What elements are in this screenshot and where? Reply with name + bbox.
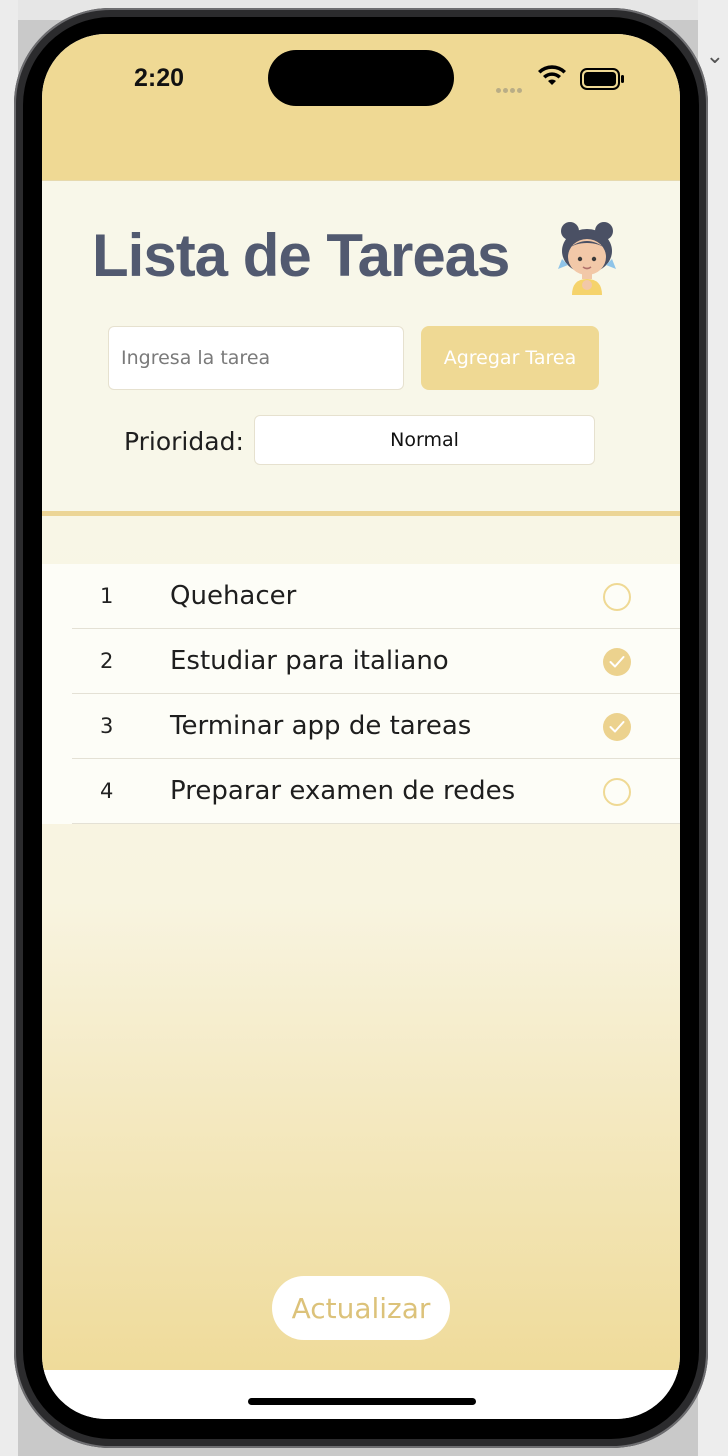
priority-select[interactable]: Normal: [254, 415, 595, 465]
checkmark-icon: [609, 656, 625, 668]
priority-label: Prioridad:: [124, 427, 244, 456]
app-screen: 2:20 Lista de Tareas Ingresa la tarea Ag…: [42, 34, 680, 1419]
refresh-button[interactable]: Actualizar: [272, 1276, 450, 1340]
status-bar: 2:20: [42, 34, 680, 180]
task-number: 4: [100, 779, 114, 803]
task-row[interactable]: 3 Terminar app de tareas: [42, 694, 680, 759]
girl-avatar-icon: [558, 222, 616, 295]
task-list: 1 Quehacer 2 Estudiar para italiano 3 Te…: [42, 564, 680, 824]
task-checkbox[interactable]: [603, 583, 631, 611]
task-row[interactable]: 4 Preparar examen de redes: [42, 759, 680, 824]
task-text: Terminar app de tareas: [170, 711, 472, 741]
task-text: Preparar examen de redes: [170, 776, 516, 806]
dynamic-island: [268, 50, 454, 106]
task-number: 2: [100, 649, 114, 673]
battery-icon: [580, 68, 624, 90]
task-text: Estudiar para italiano: [170, 646, 449, 676]
chevron-down-icon: ⌄: [705, 44, 724, 69]
task-checkbox[interactable]: [603, 648, 631, 676]
status-time: 2:20: [134, 64, 185, 92]
task-number: 3: [100, 714, 114, 738]
home-bar-area: [42, 1370, 680, 1419]
task-row[interactable]: 2 Estudiar para italiano: [42, 629, 680, 694]
task-checkbox[interactable]: [603, 778, 631, 806]
home-indicator[interactable]: [248, 1398, 476, 1405]
task-number: 1: [100, 584, 114, 608]
task-checkbox[interactable]: [603, 713, 631, 741]
task-text: Quehacer: [170, 581, 297, 611]
task-input[interactable]: [108, 326, 404, 390]
task-list-section: 1 Quehacer 2 Estudiar para italiano 3 Te…: [42, 516, 680, 1370]
cellular-signal-icon: [496, 80, 524, 98]
page-title: Lista de Tareas: [92, 222, 510, 289]
add-task-button[interactable]: Agregar Tarea: [421, 326, 599, 390]
checkmark-icon: [609, 721, 625, 733]
task-row[interactable]: 1 Quehacer: [42, 564, 680, 629]
header-section: Lista de Tareas Agregar Tarea Prioridad:…: [42, 180, 680, 517]
wifi-icon: [538, 65, 566, 85]
